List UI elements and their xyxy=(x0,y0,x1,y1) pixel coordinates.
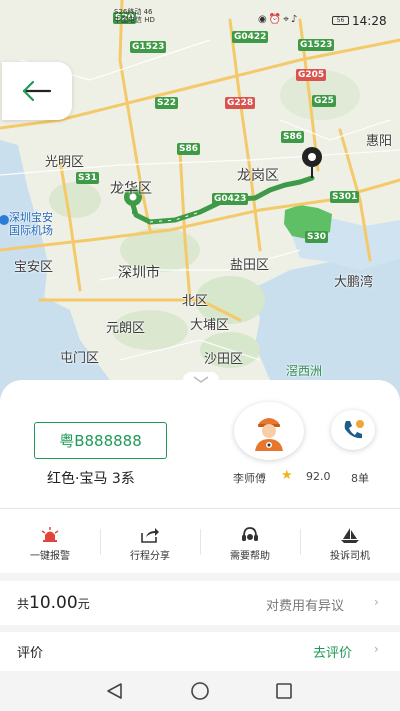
screen: 光明区 龙华区 龙岗区 惠阳 深圳宝安 国际机场 宝安区 深圳市 盐田区 大鹏湾… xyxy=(0,0,400,711)
need-help-button[interactable]: 需要帮助 xyxy=(200,515,300,571)
road-shield: G25 xyxy=(312,95,336,107)
mute-icon: ♪ xyxy=(290,14,300,25)
map-label: 国际机场 xyxy=(9,224,53,237)
action-label: 一键报警 xyxy=(30,551,70,562)
map-label: 光明区 xyxy=(45,155,85,170)
map-label: 惠阳 xyxy=(366,134,393,149)
road-shield: G228 xyxy=(225,97,256,109)
road-shield: S86 xyxy=(281,131,305,143)
carrier-line: S26移动 46 xyxy=(114,8,153,16)
star-icon: ★ xyxy=(281,468,293,483)
clock: 14:28 xyxy=(352,14,387,28)
complaint-driver-button[interactable]: 投诉司机 xyxy=(300,515,400,571)
driver-icon xyxy=(255,418,283,451)
rating-label: 评价 xyxy=(17,646,44,661)
road-shield: S31 xyxy=(76,172,100,184)
action-label: 行程分享 xyxy=(130,551,170,562)
call-driver-button[interactable] xyxy=(331,410,375,450)
action-label: 需要帮助 xyxy=(230,551,270,562)
driver-avatar[interactable] xyxy=(234,402,304,460)
road-shield: S301 xyxy=(330,191,360,203)
road-shield: S30 xyxy=(305,231,329,243)
location-icon: ⌖ xyxy=(283,14,291,25)
alarm-clock-icon: ⏰ xyxy=(268,14,284,25)
phone-icon xyxy=(344,420,364,439)
emergency-alarm-button[interactable]: 一键报警 xyxy=(0,515,100,571)
section-gap xyxy=(0,625,400,632)
back-button[interactable] xyxy=(2,62,72,120)
complaint-icon xyxy=(341,528,359,543)
road-shield: G0423 xyxy=(212,193,249,205)
map-label: 沙田区 xyxy=(204,352,244,367)
chevron-right-icon: › xyxy=(374,595,379,609)
carrier-line: 中国电信 HD xyxy=(114,16,155,24)
driver-orders: 8单 xyxy=(351,472,369,485)
map-label: 滘西洲 xyxy=(286,364,323,378)
map-label: 大埔区 xyxy=(190,318,230,333)
status-icons: ◉⏰⌖♪ xyxy=(258,14,299,25)
map-label: 深圳市 xyxy=(118,265,160,281)
section-gap xyxy=(0,573,400,581)
go-rate-link[interactable]: 去评价 xyxy=(313,642,352,661)
nav-home-icon xyxy=(191,682,209,700)
panel-handle[interactable] xyxy=(183,372,219,388)
alarm-icon xyxy=(41,527,59,542)
fee-unit: 元 xyxy=(77,597,90,611)
back-arrow-icon xyxy=(22,80,52,102)
road-shield: S22 xyxy=(155,97,179,109)
fee-dispute-link[interactable]: 对费用有异议 xyxy=(266,595,344,614)
fee-total: 共10.00元 xyxy=(17,593,90,613)
car-description: 红色·宝马 3系 xyxy=(47,471,135,487)
action-bar: 一键报警 行程分享 需要帮助 投诉司机 xyxy=(0,515,400,571)
battery-icon: 56 xyxy=(332,16,349,25)
map-label: 屯门区 xyxy=(60,351,100,366)
map-label: 元朗区 xyxy=(106,321,146,336)
carrier-info: S26移动 46 中国电信 HD xyxy=(114,8,155,24)
map-label: 大鹏湾 xyxy=(334,275,374,290)
fee-prefix: 共 xyxy=(17,597,30,611)
share-icon xyxy=(141,528,159,543)
fee-row[interactable]: 共10.00元 对费用有异议 › xyxy=(0,581,400,625)
map-label: 北区 xyxy=(182,294,209,309)
road-shield: G205 xyxy=(296,69,327,81)
end-pin-icon xyxy=(302,147,322,178)
road-shield: S86 xyxy=(177,143,201,155)
license-plate: 粤B888888 xyxy=(34,422,167,459)
fee-amount: 10.00 xyxy=(29,593,78,613)
chevron-right-icon: › xyxy=(374,642,379,656)
system-nav-bar xyxy=(0,671,400,711)
map-label: 盐田区 xyxy=(230,258,270,273)
headset-icon xyxy=(242,527,258,541)
driver-rating: 92.0 xyxy=(306,470,331,483)
divider xyxy=(0,508,400,509)
driver-name: 李师傅 xyxy=(233,472,266,485)
map-label: 龙华区 xyxy=(110,181,152,197)
chevron-down-icon xyxy=(193,376,209,383)
nav-recent-icon xyxy=(276,683,292,699)
map-label: 宝安区 xyxy=(14,260,54,275)
nav-buttons xyxy=(107,682,292,700)
eye-icon: ◉ xyxy=(258,14,269,25)
status-bar: S26移动 46 中国电信 HD ◉⏰⌖♪ 56 14:28 xyxy=(0,0,400,44)
nav-back-icon xyxy=(107,683,122,699)
rating-row[interactable]: 评价 去评价 › xyxy=(0,632,400,670)
action-label: 投诉司机 xyxy=(330,551,370,562)
map-label: 龙岗区 xyxy=(237,168,279,184)
share-trip-button[interactable]: 行程分享 xyxy=(100,515,200,571)
